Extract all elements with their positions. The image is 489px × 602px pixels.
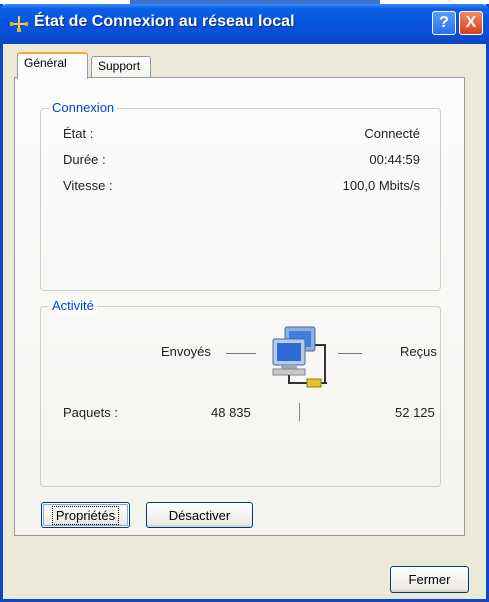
speed-value: 100,0 Mbits/s [342, 178, 420, 193]
duration-value: 00:44:59 [369, 152, 420, 167]
network-computers-icon [272, 326, 327, 388]
window-title: État de Connexion au réseau local [34, 13, 295, 30]
disable-button[interactable]: Désactiver [146, 502, 253, 528]
activite-heading: Activité [49, 298, 97, 313]
connexion-group: Connexion État : Connecté Durée : 00:44:… [40, 100, 441, 291]
tab-panel-general: Connexion État : Connecté Durée : 00:44:… [14, 77, 465, 536]
packets-received-value: 52 125 [395, 405, 435, 420]
received-label: Reçus [400, 344, 437, 359]
close-button[interactable]: X [459, 11, 483, 35]
tab-general[interactable]: Général [17, 52, 88, 79]
sent-label: Envoyés [161, 344, 211, 359]
properties-button-label: Propriétés [51, 505, 120, 525]
network-connection-icon [10, 16, 28, 32]
activite-group: Activité Envoyés Reçus Paquets : 48 835 … [40, 298, 441, 487]
packets-sent-value: 48 835 [211, 405, 251, 420]
duration-label: Durée : [63, 152, 106, 167]
speed-label: Vitesse : [63, 178, 113, 193]
tab-support[interactable]: Support [91, 56, 151, 78]
close-dialog-button[interactable]: Fermer [390, 566, 469, 593]
title-bar[interactable]: État de Connexion au réseau local ? X [0, 4, 489, 44]
properties-button[interactable]: Propriétés [41, 502, 130, 528]
close-dialog-button-label: Fermer [408, 572, 451, 587]
state-value: Connecté [364, 126, 420, 141]
received-dash [338, 353, 362, 354]
state-label: État : [63, 126, 94, 141]
connexion-heading: Connexion [49, 100, 118, 115]
disable-button-label: Désactiver [168, 507, 231, 523]
sent-dash [226, 353, 256, 354]
packets-divider [299, 403, 300, 421]
packets-label: Paquets : [63, 405, 118, 420]
help-button[interactable]: ? [432, 11, 456, 35]
